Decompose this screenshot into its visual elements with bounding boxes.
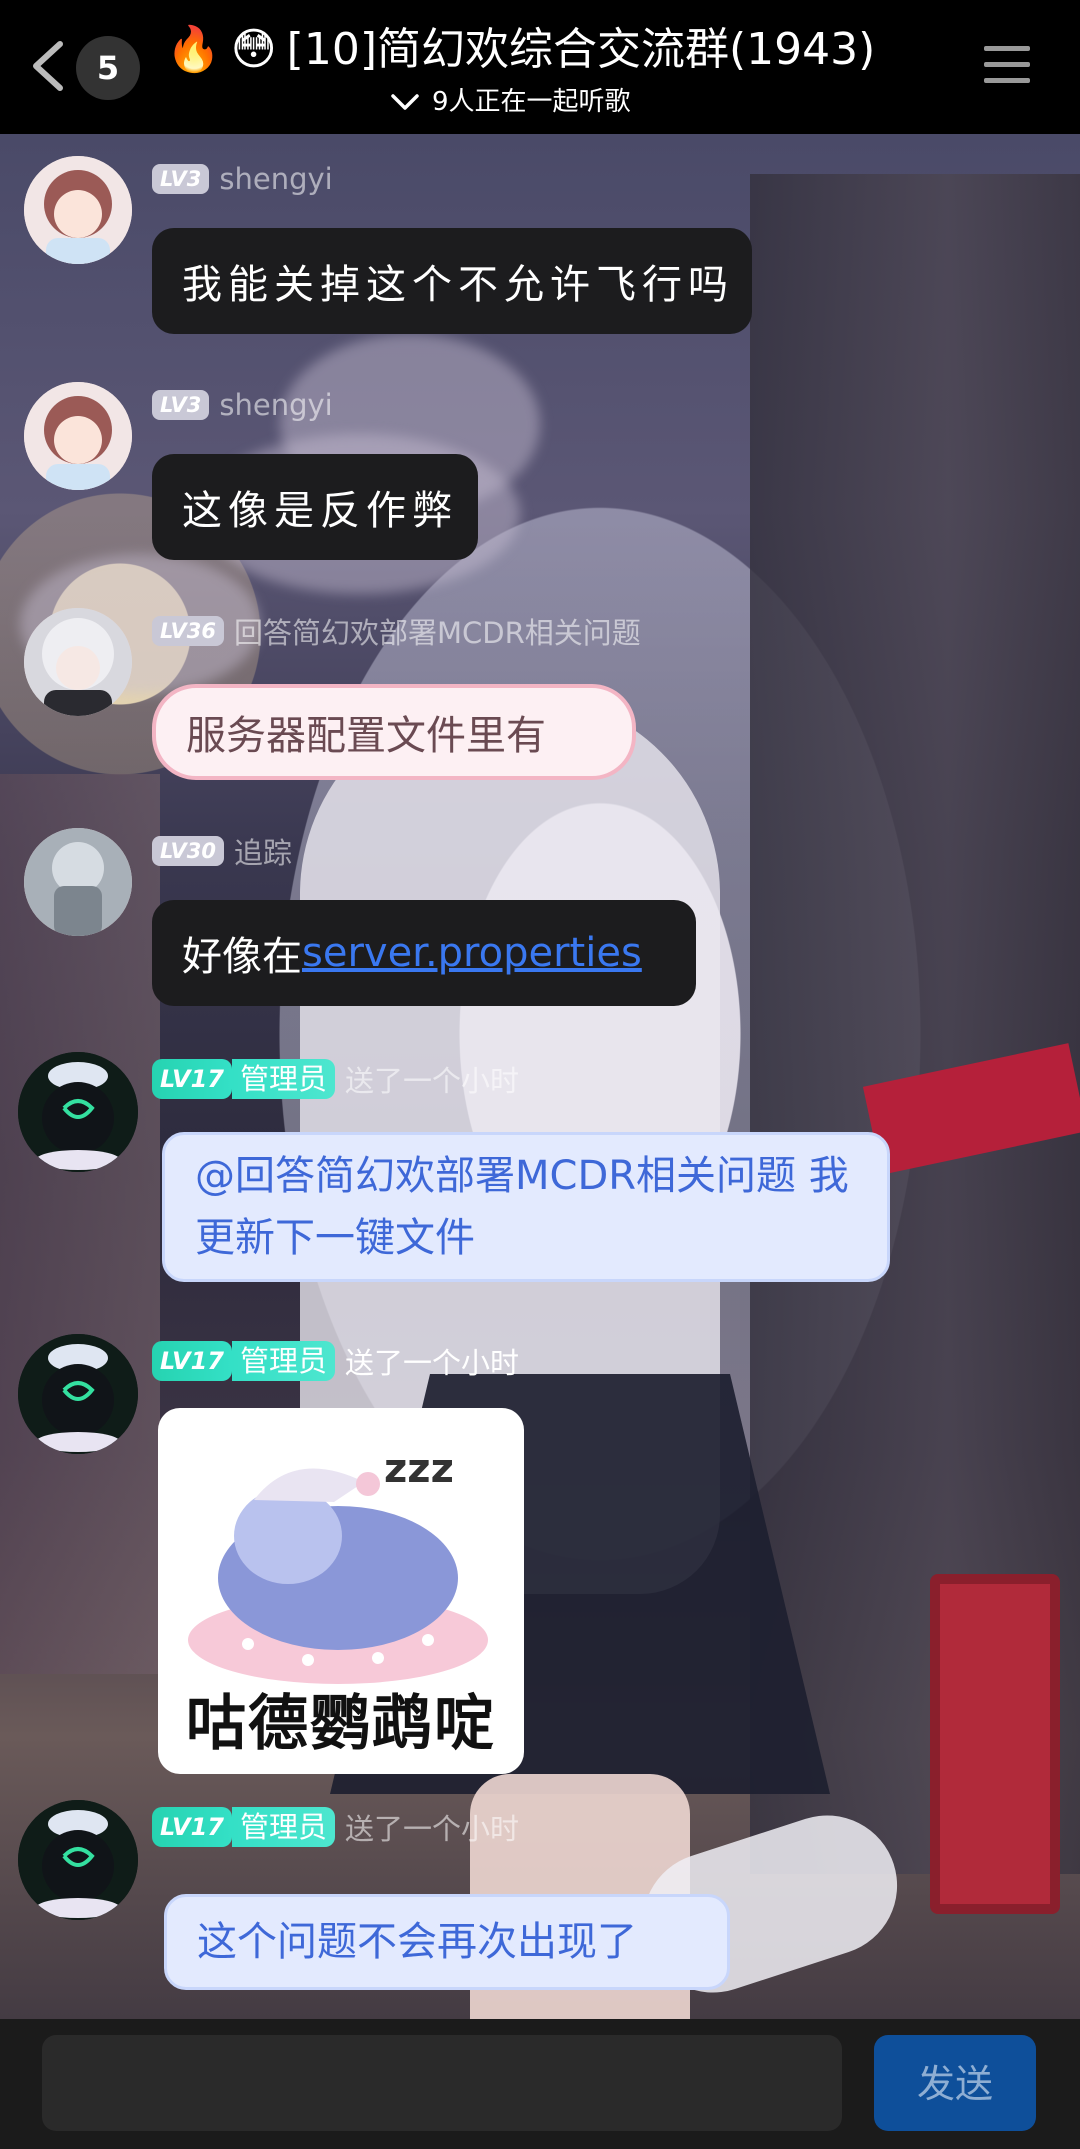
message-bubble[interactable]: @回答简幻欢部署MCDR相关问题 我更新下一键文件 (162, 1132, 890, 1282)
flushed-face-emoji-icon: 😳 (230, 24, 277, 75)
message-item: LV30 追踪 好像在 server.properties (0, 828, 1080, 1018)
user-avatar[interactable] (18, 1334, 138, 1454)
user-avatar[interactable] (24, 608, 132, 716)
message-item: LV3 shengyi 我能关掉这个不允许飞行吗 (0, 156, 1080, 346)
sender-nickname[interactable]: 送了一个小时 (345, 1058, 519, 1100)
level-badge: LV17 (152, 1807, 232, 1847)
user-avatar[interactable] (18, 1052, 138, 1172)
chevron-down-icon (391, 94, 419, 110)
admin-role-tag: 管理员 (231, 1341, 335, 1381)
level-badge: LV30 (152, 836, 224, 866)
message-bubble[interactable]: 服务器配置文件里有 (152, 684, 636, 780)
sender-nickname[interactable]: 送了一个小时 (345, 1806, 519, 1848)
group-title-text: [10]简幻欢综合交流群(1943) (286, 24, 876, 75)
user-avatar[interactable] (24, 156, 132, 264)
send-button[interactable]: 发送 (874, 2035, 1036, 2131)
message-item: LV17 管理员 送了一个小时 @回答简幻欢部署MCDR相关问题 我更新下一键文… (0, 1052, 1080, 1292)
message-item: LV17 管理员 送了一个小时 这个问题不会再次出现了 (0, 1800, 1080, 2000)
message-input-bar: 发送 (0, 2019, 1080, 2149)
chat-header: 5 🔥 😳 [10]简幻欢综合交流群(1943) 9人正在一起听歌 (0, 0, 1080, 134)
message-bubble[interactable]: 这个问题不会再次出现了 (164, 1894, 730, 1990)
sender-nickname[interactable]: 追踪 (234, 830, 292, 872)
user-avatar[interactable] (18, 1800, 138, 1920)
sticker-image[interactable]: zzz 咕德鹦鹉啶 (158, 1408, 524, 1774)
level-badge: LV17 (152, 1341, 232, 1381)
back-arrow-icon[interactable] (28, 40, 70, 92)
svg-text:zzz: zzz (384, 1446, 454, 1492)
listening-together-indicator[interactable]: 9人正在一起听歌 (390, 82, 631, 122)
message-text: 好像在 (182, 934, 302, 980)
message-item: LV3 shengyi 这像是反作弊 (0, 382, 1080, 572)
sender-nickname[interactable]: shengyi (219, 162, 332, 196)
user-avatar[interactable] (24, 828, 132, 936)
level-badge: LV3 (152, 164, 210, 194)
message-bubble[interactable]: 好像在 server.properties (152, 900, 696, 1006)
sender-nickname[interactable]: 送了一个小时 (345, 1340, 519, 1382)
sticker-caption: 咕德鹦鹉啶 (186, 1689, 496, 1759)
message-input[interactable] (42, 2035, 842, 2131)
unread-count-badge[interactable]: 5 (76, 36, 140, 100)
level-badge: LV36 (152, 616, 224, 646)
sender-nickname[interactable]: shengyi (219, 388, 332, 422)
level-badge: LV17 (152, 1059, 232, 1099)
message-bubble[interactable]: 这像是反作弊 (152, 454, 478, 560)
sender-nickname[interactable]: 回答简幻欢部署MCDR相关问题 (234, 610, 641, 652)
admin-role-tag: 管理员 (231, 1059, 335, 1099)
fire-emoji-icon: 🔥 (166, 24, 221, 75)
admin-role-tag: 管理员 (231, 1807, 335, 1847)
message-item: LV36 回答简幻欢部署MCDR相关问题 服务器配置文件里有 (0, 608, 1080, 788)
message-link[interactable]: server.properties (302, 930, 642, 976)
listening-count-text: 9人正在一起听歌 (432, 87, 631, 117)
group-title[interactable]: 🔥 😳 [10]简幻欢综合交流群(1943) (166, 18, 875, 82)
menu-icon[interactable] (982, 44, 1032, 86)
chat-screen: 5 🔥 😳 [10]简幻欢综合交流群(1943) 9人正在一起听歌 LV3 sh… (0, 0, 1080, 2149)
level-badge: LV3 (152, 390, 210, 420)
user-avatar[interactable] (24, 382, 132, 490)
message-bubble[interactable]: 我能关掉这个不允许飞行吗 (152, 228, 752, 334)
sleeping-bird-icon: zzz (188, 1446, 488, 1684)
